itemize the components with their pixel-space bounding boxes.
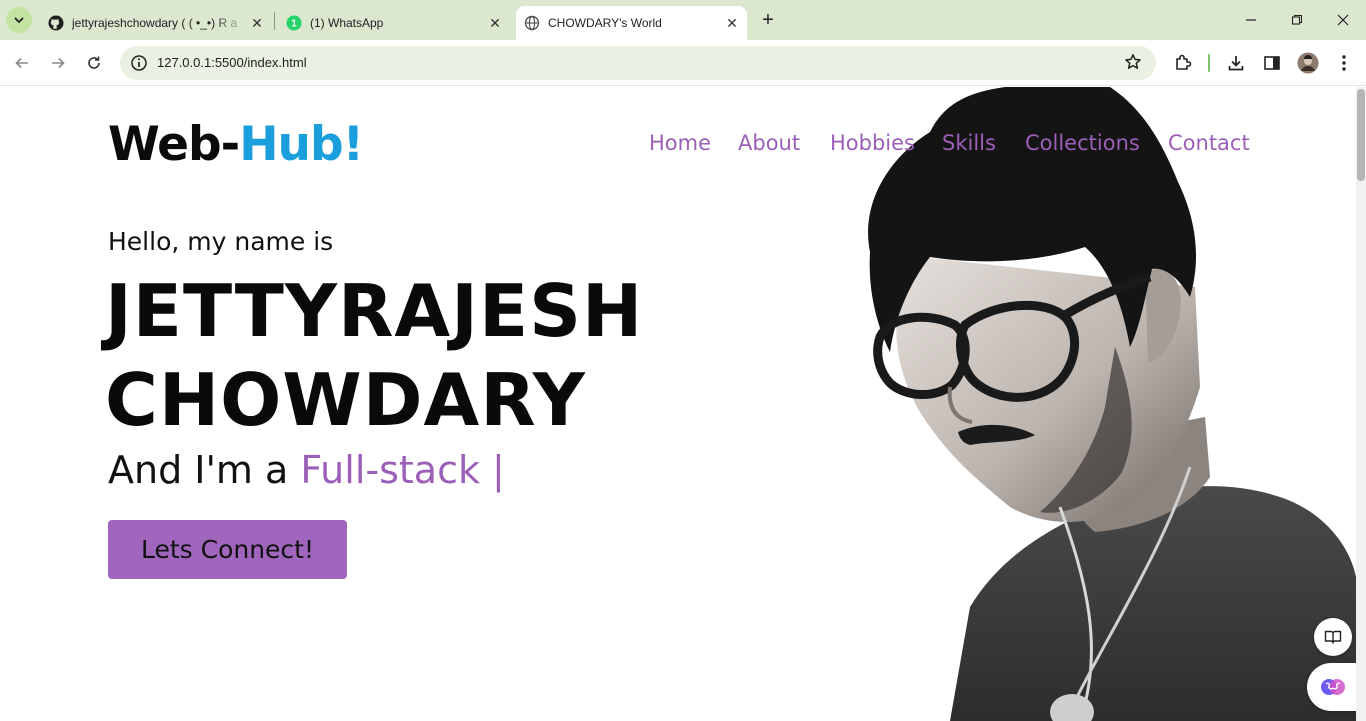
page-viewport: Web-Hub! Home About Hobbies Skills Colle… [0,87,1356,721]
logo-text: Web- [108,117,240,172]
close-icon[interactable]: ✕ [723,14,741,32]
browser-tab-strip: jettyrajeshchowdary ( ( •_•) R a ✕ 1 (1)… [0,0,1366,40]
tab-whatsapp[interactable]: 1 (1) WhatsApp ✕ [286,6,504,40]
window-close-icon[interactable] [1331,8,1355,32]
hero-greeting: Hello, my name is [108,227,334,256]
reload-icon [88,56,100,69]
tab-title: jettyrajeshchowdary ( ( •_•) R a [72,16,238,30]
forward-button[interactable] [46,51,70,75]
close-icon[interactable]: ✕ [248,14,266,32]
restore-icon[interactable] [1285,8,1309,32]
address-bar[interactable]: 127.0.0.1:5500/index.html [120,46,1156,80]
browser-toolbar: 127.0.0.1:5500/index.html [0,40,1366,86]
nav-link-contact[interactable]: Contact [1168,131,1250,155]
new-tab-button[interactable]: + [758,10,778,30]
toolbar-divider [1208,54,1210,72]
logo-accent-text: Hub! [239,117,364,172]
hero-name-line2: CHOWDARY [105,358,586,442]
tab-title: (1) WhatsApp [310,16,384,30]
svg-text:1: 1 [291,19,297,30]
bookmark-star-icon[interactable] [1124,53,1142,71]
profile-avatar[interactable] [1297,52,1319,74]
nav-link-skills[interactable]: Skills [942,131,996,155]
close-icon[interactable]: ✕ [486,14,504,32]
tab-github[interactable]: jettyrajeshchowdary ( ( •_•) R a ✕ [48,6,266,40]
whatsapp-icon: 1 [286,15,302,31]
back-button[interactable] [10,51,34,75]
scrollbar-thumb[interactable] [1357,89,1365,181]
hero-name-line1: JETTYRAJESH [105,269,644,353]
arrow-right-icon [52,57,65,69]
chevron-down-icon [14,17,24,24]
tab-separator [274,12,275,30]
kebab-menu-icon[interactable] [1333,52,1355,74]
nav-link-about[interactable]: About [738,131,800,155]
lets-connect-button[interactable]: Lets Connect! [108,520,347,579]
nav-link-home[interactable]: Home [649,131,711,155]
github-icon [48,15,64,31]
person-portrait [868,87,1356,721]
minimize-icon[interactable] [1239,8,1263,32]
reload-button[interactable] [82,51,106,75]
tab-title: CHOWDARY's World [548,16,662,30]
info-icon[interactable] [130,54,148,72]
globe-icon [524,15,540,31]
nav-link-hobbies[interactable]: Hobbies [830,131,915,155]
tab-active-chowdary[interactable]: CHOWDARY's World ✕ [516,6,747,40]
site-logo[interactable]: Web-Hub! [108,117,364,173]
url-text: 127.0.0.1:5500/index.html [157,55,307,70]
hero-role: And I'm a Full-stack | [108,448,505,492]
reader-mode-icon[interactable] [1314,618,1352,656]
role-typed-text: Full-stack | [300,448,505,492]
nav-link-collections[interactable]: Collections [1025,131,1140,155]
role-prefix: And I'm a [108,448,301,492]
arrow-left-icon [15,57,28,69]
page-scrollbar[interactable] [1356,87,1366,721]
tab-search-button[interactable] [6,7,32,33]
brain-assistant-icon[interactable] [1307,663,1356,711]
extensions-icon[interactable] [1172,52,1194,74]
side-panel-icon[interactable] [1261,52,1283,74]
download-icon[interactable] [1225,52,1247,74]
